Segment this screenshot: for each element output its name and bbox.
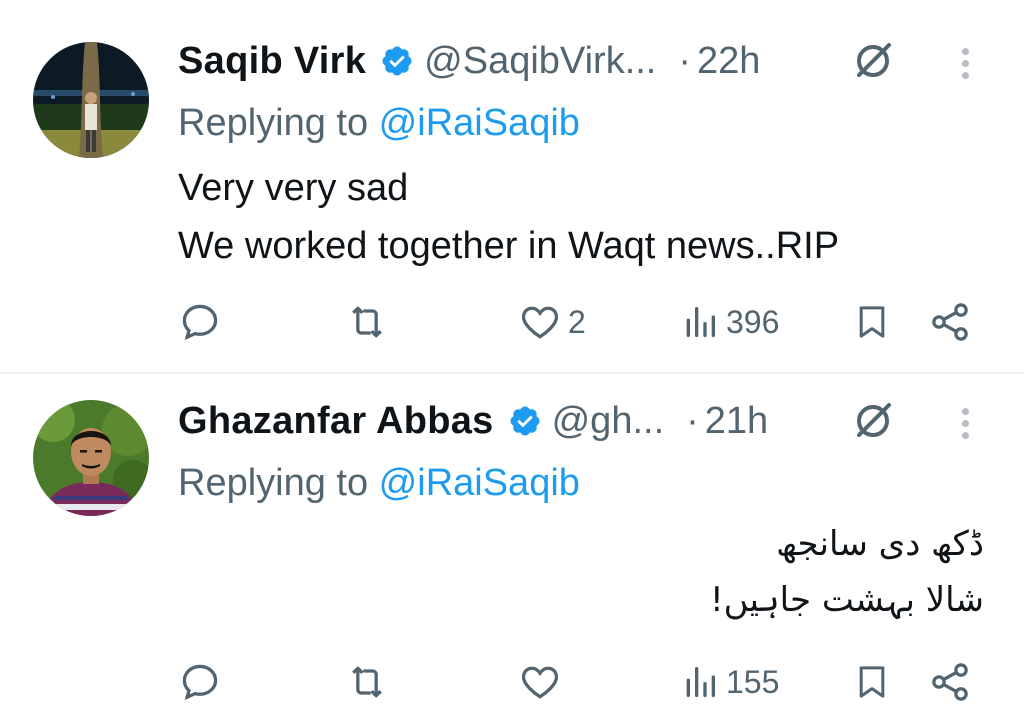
like-button[interactable] — [518, 657, 568, 707]
share-icon — [932, 663, 968, 701]
bookmark-button[interactable] — [852, 297, 892, 347]
retweet-icon — [352, 666, 382, 698]
views-chart-icon — [686, 667, 715, 697]
bookmark-icon — [859, 306, 885, 338]
more-vertical-icon[interactable] — [955, 40, 975, 86]
replying-to-label: Replying to — [178, 102, 379, 144]
bookmark-button[interactable] — [852, 657, 892, 707]
heart-icon — [521, 306, 559, 339]
tweet-text-line: ڈکھ دی سانجھ — [776, 524, 984, 564]
grok-icon[interactable] — [850, 38, 896, 84]
share-icon — [932, 303, 968, 341]
author-handle[interactable]: @SaqibVirk... — [424, 40, 656, 83]
tweet-text: ڈکھ دی سانجھ شالا بہشت جاہیں! — [710, 516, 984, 628]
author-handle[interactable]: @gh... — [552, 400, 665, 443]
retweet-icon — [352, 306, 382, 338]
retweet-button[interactable] — [345, 657, 395, 707]
replying-to: Replying to @iRaiSaqib — [178, 462, 580, 505]
bookmark-icon — [859, 666, 885, 698]
reply-button[interactable] — [178, 657, 228, 707]
grok-icon[interactable] — [850, 398, 896, 444]
verified-badge-icon — [508, 404, 542, 438]
replying-to: Replying to @iRaiSaqib — [178, 102, 580, 145]
timestamp[interactable]: 22h — [697, 40, 760, 83]
action-bar: 2 396 — [0, 297, 1024, 347]
like-count: 2 — [568, 303, 586, 340]
reply-icon — [182, 304, 218, 341]
views-chart-icon — [686, 307, 715, 337]
separator-dot: · — [678, 39, 692, 82]
action-bar: 155 — [0, 657, 1024, 707]
view-count: 396 — [726, 303, 780, 340]
reply-icon — [182, 664, 218, 701]
mention-link[interactable]: @iRaiSaqib — [379, 102, 580, 144]
reply-button[interactable] — [178, 297, 228, 347]
author-name[interactable]: Ghazanfar Abbas — [178, 400, 494, 443]
views-button[interactable]: 396 — [680, 297, 779, 347]
views-button[interactable]: 155 — [680, 657, 779, 707]
tweet[interactable]: Saqib Virk @SaqibVirk... · 22h Replying … — [0, 0, 1024, 372]
mention-link[interactable]: @iRaiSaqib — [379, 462, 580, 504]
verified-badge-icon — [380, 44, 414, 78]
share-button[interactable] — [928, 297, 972, 347]
retweet-button[interactable] — [345, 297, 395, 347]
heart-icon — [521, 666, 559, 699]
avatar[interactable] — [33, 42, 149, 158]
tweet-text: Very very sad We worked together in Waqt… — [178, 159, 839, 275]
tweet[interactable]: Ghazanfar Abbas @gh... · 21h Replying to… — [0, 374, 1024, 724]
separator-dot: · — [686, 399, 699, 442]
share-button[interactable] — [928, 657, 972, 707]
replying-to-label: Replying to — [178, 462, 379, 504]
tweet-text-line: We worked together in Waqt news..RIP — [178, 225, 840, 267]
tweet-text-line: Very very sad — [178, 167, 409, 209]
like-button[interactable]: 2 — [518, 297, 586, 347]
avatar[interactable] — [33, 400, 149, 516]
tweet-text-line: شالا بہشت جاہیں! — [709, 580, 984, 620]
view-count: 155 — [726, 663, 780, 700]
timestamp[interactable]: 21h — [705, 400, 768, 443]
author-name[interactable]: Saqib Virk — [178, 40, 366, 83]
more-vertical-icon[interactable] — [955, 400, 975, 446]
